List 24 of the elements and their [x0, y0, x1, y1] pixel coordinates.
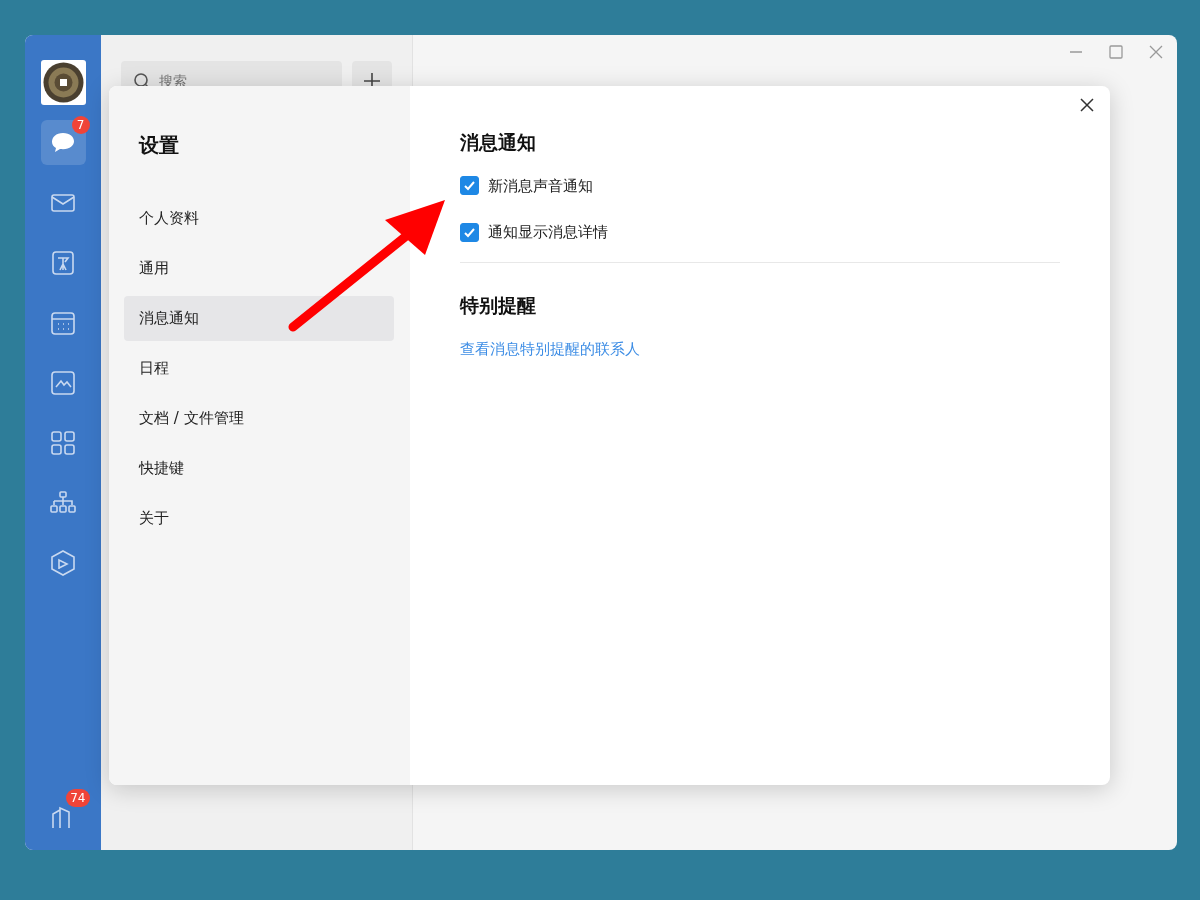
image-icon — [49, 368, 77, 397]
settings-menu-item[interactable]: 文档 / 文件管理 — [124, 396, 394, 441]
contacts-link[interactable]: 查看消息特别提醒的联系人 — [460, 340, 640, 358]
checkbox[interactable] — [460, 176, 479, 196]
settings-menu-item[interactable]: 个人资料 — [124, 196, 394, 241]
settings-menu-item[interactable]: 快捷键 — [124, 446, 394, 491]
settings-menu-item[interactable]: 日程 — [124, 346, 394, 391]
notification-count: 74 — [66, 789, 90, 807]
section-heading: 特别提醒 — [460, 292, 537, 318]
section-heading: 消息通知 — [460, 130, 537, 155]
notification-count: 7 — [71, 116, 90, 134]
grid-icon — [49, 428, 77, 457]
check-icon — [463, 179, 476, 193]
settings-menu-item[interactable]: 关于 — [124, 496, 394, 541]
close-icon — [1080, 98, 1094, 112]
dialog-title: 设置 — [139, 132, 180, 159]
document-icon — [49, 248, 77, 277]
checkbox[interactable] — [460, 222, 479, 242]
checkbox-label: 新消息声音通知 — [488, 175, 593, 197]
settings-menu-item[interactable]: 消息通知 — [124, 296, 394, 341]
maximize-icon — [1109, 45, 1123, 59]
settings-menu-item[interactable]: 通用 — [124, 246, 394, 291]
close-icon — [1149, 45, 1163, 59]
checkbox-label: 通知显示消息详情 — [488, 222, 608, 243]
